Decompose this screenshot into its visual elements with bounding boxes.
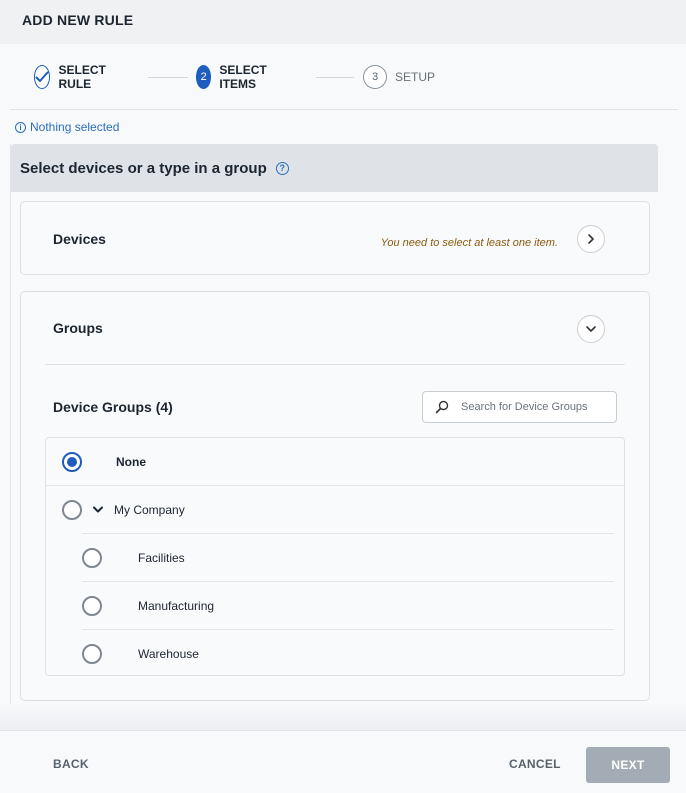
back-button[interactable]: BACK (53, 757, 89, 771)
devices-card[interactable]: Devices You need to select at least one … (20, 201, 650, 275)
selection-status-text: Nothing selected (30, 120, 120, 134)
divider (45, 364, 625, 365)
tree-row-label: Facilities (138, 551, 185, 565)
tree-row-label: My Company (114, 503, 185, 517)
tree-row-none[interactable]: None (46, 438, 624, 486)
expand-devices-button[interactable] (577, 225, 605, 253)
device-groups-title: Device Groups (4) (53, 399, 173, 415)
tree-row-facilities[interactable]: Facilities (46, 534, 624, 582)
radio-button[interactable] (82, 644, 102, 664)
checkmark-icon (34, 65, 51, 89)
selection-status: i Nothing selected (15, 120, 119, 134)
help-icon[interactable]: ? (275, 161, 289, 175)
radio-button[interactable] (62, 500, 82, 520)
selection-panel: Select devices or a type in a group ? De… (10, 144, 658, 704)
chevron-down-icon[interactable] (92, 504, 104, 516)
chevron-right-icon (588, 234, 594, 244)
device-groups-tree: None My Company Facilities Manufacturing… (45, 437, 625, 676)
footer-shadow (0, 704, 686, 730)
info-icon: i (15, 121, 26, 133)
add-rule-dialog: ADD NEW RULE SELECT RULE 2 SELECT ITEMS … (0, 0, 686, 793)
groups-card: Groups Device Groups (4) None (20, 291, 650, 701)
step-setup[interactable]: 3 SETUP (363, 64, 435, 90)
step-connector (316, 77, 354, 78)
radio-button[interactable] (82, 548, 102, 568)
tree-row-warehouse[interactable]: Warehouse (46, 630, 624, 678)
dialog-title: ADD NEW RULE (0, 0, 686, 44)
chevron-down-icon (586, 326, 596, 332)
step-select-rule[interactable]: SELECT RULE (34, 63, 113, 91)
step-label: SELECT ITEMS (219, 63, 267, 91)
device-groups-search (422, 391, 617, 423)
tree-row-manufacturing[interactable]: Manufacturing (46, 582, 624, 630)
dialog-footer: BACK CANCEL NEXT (0, 730, 686, 793)
tree-row-my-company[interactable]: My Company (46, 486, 624, 534)
search-input[interactable] (461, 401, 611, 413)
tree-row-label: Warehouse (138, 647, 199, 661)
step-connector (148, 77, 188, 78)
collapse-groups-button[interactable] (577, 315, 605, 343)
search-icon (435, 400, 449, 414)
tree-row-label: Manufacturing (138, 599, 215, 613)
next-button[interactable]: NEXT (586, 747, 670, 783)
radio-button[interactable] (62, 452, 82, 472)
step-number: 3 (363, 65, 387, 89)
tree-row-label: None (116, 455, 146, 469)
step-select-items[interactable]: 2 SELECT ITEMS (196, 63, 275, 91)
cancel-button[interactable]: CANCEL (509, 757, 561, 771)
step-number: 2 (196, 65, 212, 89)
groups-title: Groups (53, 320, 103, 336)
step-label: SELECT RULE (58, 63, 106, 91)
panel-header: Select devices or a type in a group ? (11, 144, 658, 192)
devices-title: Devices (53, 231, 106, 247)
validation-warning: You need to select at least one item. (380, 237, 558, 249)
panel-title: Select devices or a type in a group (20, 159, 267, 177)
step-label: SETUP (395, 70, 436, 84)
radio-button[interactable] (82, 596, 102, 616)
divider (10, 109, 678, 110)
